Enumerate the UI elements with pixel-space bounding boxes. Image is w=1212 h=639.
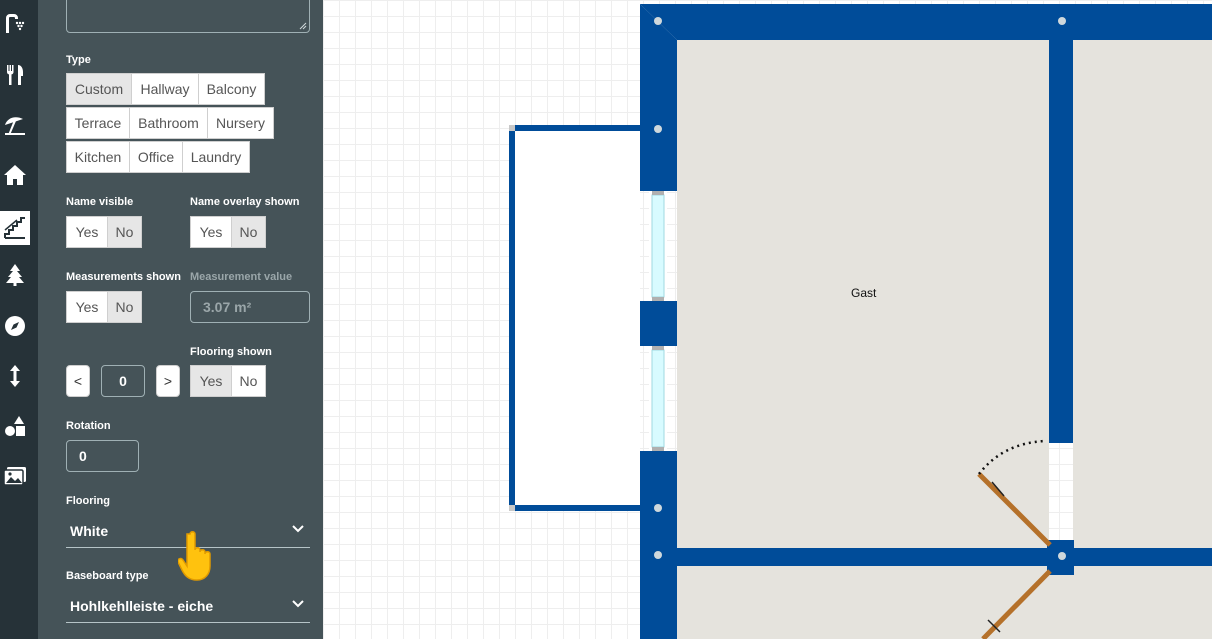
shapes-category-button[interactable] xyxy=(0,409,30,443)
vertex-handle[interactable] xyxy=(654,17,662,25)
wall-left-middle[interactable] xyxy=(640,301,677,346)
type-option-terrace[interactable]: Terrace xyxy=(66,107,130,139)
flooring-select-value: White xyxy=(70,522,109,539)
name-overlay-label: Name overlay shown xyxy=(190,196,300,208)
kitchen-category-button[interactable] xyxy=(0,58,30,92)
measurements-no-button[interactable]: No xyxy=(107,291,142,323)
tree-icon xyxy=(6,264,24,286)
room-floor-right[interactable] xyxy=(1073,40,1212,548)
type-option-balcony[interactable]: Balcony xyxy=(198,73,265,105)
corner-handle[interactable] xyxy=(509,505,515,511)
measurements-yes-button[interactable]: Yes xyxy=(66,291,108,323)
flooring-shown-yes-button[interactable]: Yes xyxy=(190,365,232,397)
name-visible-yes-button[interactable]: Yes xyxy=(66,216,108,248)
level-value-field[interactable]: 0 xyxy=(101,365,145,397)
type-option-laundry[interactable]: Laundry xyxy=(182,141,250,173)
vertex-handle[interactable] xyxy=(654,125,662,133)
wall-horizontal-right[interactable] xyxy=(1074,548,1212,566)
rotation-label: Rotation xyxy=(66,420,111,432)
name-visible-label: Name visible xyxy=(66,196,134,208)
window-lower[interactable] xyxy=(651,349,665,448)
compass-icon xyxy=(5,316,25,336)
room-properties-panel: Type Custom Hallway Balcony Terrace Bath… xyxy=(38,0,323,639)
shapes-icon xyxy=(5,416,25,436)
measurement-value-field: 3.07 m² xyxy=(190,291,310,323)
type-option-bathroom[interactable]: Bathroom xyxy=(129,107,208,139)
vertex-handle[interactable] xyxy=(1058,17,1066,25)
vertex-handle[interactable] xyxy=(654,504,662,512)
type-option-hallway[interactable]: Hallway xyxy=(131,73,199,105)
floor-plan-drawing[interactable] xyxy=(323,0,1212,639)
rotation-field[interactable]: 0 xyxy=(66,440,139,472)
room-floor-bottom[interactable] xyxy=(677,566,1212,639)
dimension-button[interactable] xyxy=(0,359,30,393)
name-visible-no-button[interactable]: No xyxy=(107,216,142,248)
flooring-shown-no-button[interactable]: No xyxy=(231,365,266,397)
baseboard-type-select[interactable]: Hohlkehlleiste - eiche xyxy=(66,589,310,623)
compass-button[interactable] xyxy=(0,309,30,343)
level-next-button[interactable]: > xyxy=(156,365,180,397)
name-overlay-no-button[interactable]: No xyxy=(231,216,266,248)
vertex-handle[interactable] xyxy=(1058,552,1066,560)
images-icon xyxy=(3,467,26,486)
measurements-shown-label: Measurements shown xyxy=(66,271,181,283)
house-icon xyxy=(4,165,26,185)
resize-grip-icon[interactable] xyxy=(299,22,307,30)
window-upper[interactable] xyxy=(651,194,665,298)
floor-plan-canvas[interactable]: Gast xyxy=(323,0,1212,639)
room-floor-small[interactable] xyxy=(512,128,640,508)
images-category-button[interactable] xyxy=(0,459,30,493)
type-label: Type xyxy=(66,54,91,66)
stairs-category-button[interactable] xyxy=(0,211,30,245)
baseboard-type-select-value: Hohlkehlleiste - eiche xyxy=(70,597,214,614)
garden-category-button[interactable] xyxy=(0,258,30,292)
wall-left-lower[interactable] xyxy=(640,451,677,639)
stairs-icon xyxy=(4,217,25,239)
flooring-label: Flooring xyxy=(66,495,110,507)
baseboard-type-label: Baseboard type xyxy=(66,570,149,582)
outdoor-category-button[interactable] xyxy=(0,108,30,142)
wall-horizontal-left[interactable] xyxy=(677,548,1047,566)
bathroom-category-button[interactable] xyxy=(0,6,30,40)
hand-pointer-cursor-icon xyxy=(178,531,211,581)
type-option-kitchen[interactable]: Kitchen xyxy=(66,141,130,173)
name-overlay-yes-button[interactable]: Yes xyxy=(190,216,232,248)
shower-icon xyxy=(6,14,25,33)
type-option-office[interactable]: Office xyxy=(129,141,183,173)
vertex-handle[interactable] xyxy=(654,551,662,559)
tool-sidebar xyxy=(0,0,38,639)
house-category-button[interactable] xyxy=(0,158,30,192)
level-prev-button[interactable]: < xyxy=(66,365,90,397)
type-option-nursery[interactable]: Nursery xyxy=(207,107,274,139)
type-option-custom[interactable]: Custom xyxy=(66,73,132,105)
flooring-shown-label: Flooring shown xyxy=(190,346,272,358)
measurement-value-label: Measurement value xyxy=(190,271,293,283)
wall-top[interactable] xyxy=(640,4,1212,40)
beach-umbrella-icon xyxy=(5,117,25,135)
room-name-label: Gast xyxy=(851,286,877,300)
vertical-arrows-icon xyxy=(10,365,20,387)
room-description-textarea[interactable] xyxy=(66,0,310,33)
fork-knife-icon xyxy=(7,65,23,85)
corner-handle[interactable] xyxy=(509,125,515,131)
wall-interior-vertical[interactable] xyxy=(1049,40,1073,443)
chevron-down-icon xyxy=(292,600,304,608)
chevron-down-icon xyxy=(292,525,304,533)
